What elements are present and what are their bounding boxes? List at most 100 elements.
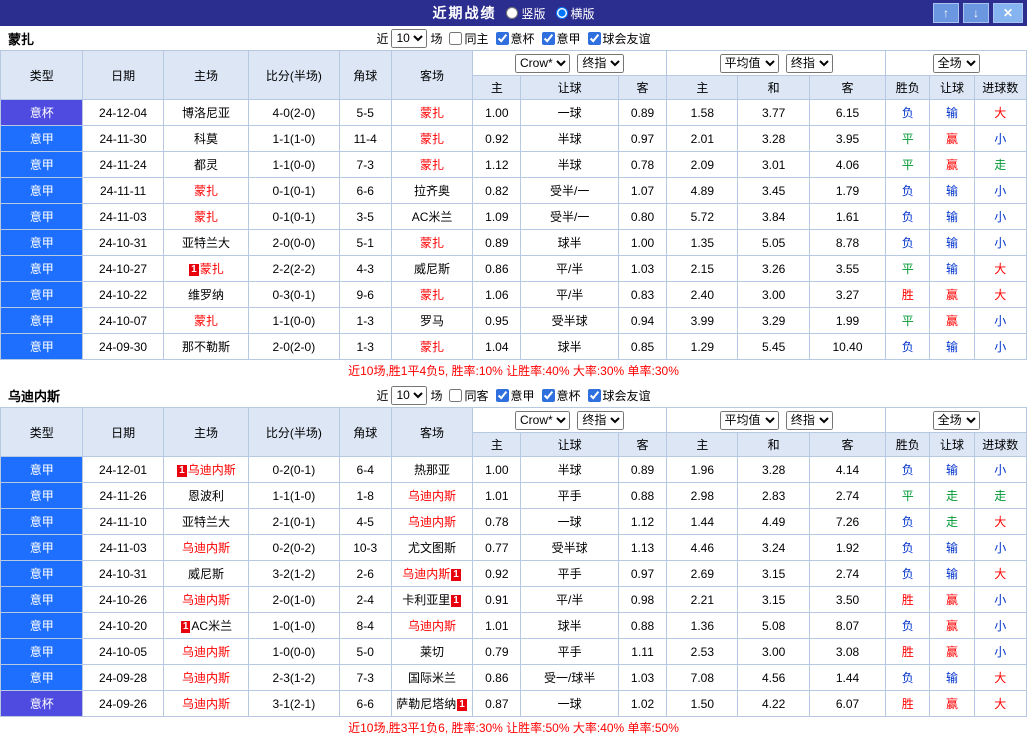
same-home-checkbox[interactable] — [449, 31, 463, 45]
team-link[interactable]: 都灵 — [194, 158, 218, 172]
cup-checkbox[interactable] — [495, 31, 509, 45]
league-checkbox[interactable] — [495, 388, 509, 402]
team-link[interactable]: 乌迪内斯 — [188, 463, 236, 477]
filter-cup[interactable]: 意杯 — [492, 30, 535, 47]
team-link[interactable]: AC米兰 — [191, 619, 232, 633]
team-link[interactable]: 亚特兰大 — [182, 236, 230, 250]
date-cell: 24-11-11 — [82, 177, 164, 204]
team-link[interactable]: 博洛尼亚 — [182, 106, 230, 120]
team-link[interactable]: 乌迪内斯 — [408, 515, 456, 529]
friendly-checkbox[interactable] — [587, 388, 601, 402]
team-link[interactable]: 乌迪内斯 — [182, 593, 230, 607]
ah-line: 一球 — [520, 690, 619, 717]
euro-home-odds: 7.08 — [666, 664, 739, 691]
scroll-up-button[interactable]: ↑ — [933, 3, 959, 23]
team-link[interactable]: 拉齐奥 — [414, 184, 450, 198]
match-count-select[interactable]: 10 — [391, 385, 428, 405]
cup-checkbox[interactable] — [541, 388, 555, 402]
date-cell: 24-12-01 — [82, 456, 164, 483]
team-link[interactable]: 蒙扎 — [194, 210, 218, 224]
match-row: 意甲 24-11-24 都灵 1-1(0-0) 7-3 蒙扎 1.12 半球 0.78 2.09 3… — [0, 151, 1027, 178]
ah-home-odds: 0.82 — [472, 177, 522, 204]
ah-odds-time-select[interactable]: 终指 — [577, 410, 625, 430]
euro-away-odds: 4.14 — [808, 456, 887, 483]
team-link[interactable]: 莱切 — [420, 645, 444, 659]
team-link[interactable]: 罗马 — [420, 314, 444, 328]
team-link[interactable]: 蒙扎 — [420, 288, 444, 302]
result-cell: 胜 — [885, 281, 931, 308]
team-link[interactable]: 威尼斯 — [188, 567, 224, 581]
euro-draw-odds: 3.00 — [737, 638, 810, 665]
euro-odds-time-select[interactable]: 终指 — [785, 410, 833, 430]
team-link[interactable]: 蒙扎 — [200, 262, 224, 276]
horizontal-radio-input[interactable] — [555, 7, 568, 19]
team-link[interactable]: 亚特兰大 — [182, 515, 230, 529]
ah-home-odds: 0.79 — [472, 638, 522, 665]
team-link[interactable]: 蒙扎 — [420, 158, 444, 172]
ah-home-odds: 0.92 — [472, 560, 522, 587]
team-link[interactable]: 萨勒尼塔纳 — [396, 697, 456, 711]
ah-line: 受半球 — [520, 534, 619, 561]
team-link[interactable]: 乌迪内斯 — [182, 697, 230, 711]
team-link[interactable]: 乌迪内斯 — [182, 645, 230, 659]
filter-cup[interactable]: 意杯 — [538, 387, 581, 404]
team-link[interactable]: 蒙扎 — [420, 340, 444, 354]
score-cell: 3-2(1-2) — [248, 560, 340, 587]
match-row: 意甲 24-12-01 1 乌迪内斯 0-2(0-1) 6-4 热那亚 1.00 半球 0.89 1… — [0, 456, 1027, 483]
filter-league[interactable]: 意甲 — [538, 30, 581, 47]
scroll-down-button[interactable]: ↓ — [963, 3, 989, 23]
scope-select[interactable]: 全场 — [932, 53, 980, 73]
close-button[interactable]: ✕ — [993, 3, 1023, 23]
league-checkbox[interactable] — [541, 31, 555, 45]
ah-odds-time-select[interactable]: 终指 — [577, 53, 625, 73]
team-link[interactable]: 乌迪内斯 — [408, 489, 456, 503]
layout-horizontal-radio[interactable]: 横版 — [555, 5, 595, 22]
result-cell: 负 — [885, 534, 931, 561]
avg-type-select[interactable]: 平均值 — [719, 410, 779, 430]
friendly-checkbox[interactable] — [587, 31, 601, 45]
team-link[interactable]: 乌迪内斯 — [408, 619, 456, 633]
filter-league[interactable]: 意甲 — [492, 387, 535, 404]
team-link[interactable]: 维罗纳 — [188, 288, 224, 302]
team-link[interactable]: 卡利亚里 — [402, 593, 450, 607]
corner-cell: 7-3 — [338, 664, 392, 691]
team-link[interactable]: 乌迪内斯 — [182, 541, 230, 555]
team-link[interactable]: 蒙扎 — [420, 132, 444, 146]
team-link[interactable]: 国际米兰 — [408, 671, 456, 685]
team-link[interactable]: 热那亚 — [414, 463, 450, 477]
ah-line: 平手 — [520, 482, 619, 509]
score-cell: 2-2(2-2) — [248, 255, 340, 282]
corner-cell: 11-4 — [338, 125, 392, 152]
filter-same-home[interactable]: 同主 — [445, 30, 489, 47]
match-row: 意甲 24-10-05 乌迪内斯 1-0(0-0) 5-0 莱切 0.79 平手 1.11 2.5… — [0, 638, 1027, 665]
bookmaker-select[interactable]: Crow* — [515, 53, 571, 73]
team-link[interactable]: 乌迪内斯 — [402, 567, 450, 581]
team-link[interactable]: AC米兰 — [412, 210, 453, 224]
team-link[interactable]: 蒙扎 — [194, 184, 218, 198]
vertical-radio-input[interactable] — [506, 7, 519, 19]
filter-friendly[interactable]: 球会友谊 — [584, 30, 651, 47]
layout-vertical-radio[interactable]: 竖版 — [506, 5, 546, 22]
filter-same-away[interactable]: 同客 — [445, 387, 489, 404]
team-link[interactable]: 蒙扎 — [194, 314, 218, 328]
bookmaker-select[interactable]: Crow* — [515, 410, 571, 430]
team-link[interactable]: 乌迪内斯 — [182, 671, 230, 685]
team-link[interactable]: 科莫 — [194, 132, 218, 146]
team-link[interactable]: 蒙扎 — [420, 236, 444, 250]
team-link[interactable]: 那不勒斯 — [182, 340, 230, 354]
team-link[interactable]: 威尼斯 — [414, 262, 450, 276]
same-away-checkbox[interactable] — [449, 388, 463, 402]
team-link[interactable]: 尤文图斯 — [408, 541, 456, 555]
euro-home-odds: 1.29 — [666, 333, 739, 360]
away-team-cell: 蒙扎 — [390, 229, 474, 256]
scope-select[interactable]: 全场 — [932, 410, 980, 430]
score-cell: 1-1(0-0) — [248, 307, 340, 334]
team-link[interactable]: 恩波利 — [188, 489, 224, 503]
match-count-select[interactable]: 10 — [391, 28, 428, 48]
euro-odds-time-select[interactable]: 终指 — [785, 53, 833, 73]
team-link[interactable]: 蒙扎 — [420, 106, 444, 120]
away-team-cell: 热那亚 — [390, 456, 474, 483]
filter-friendly[interactable]: 球会友谊 — [584, 387, 651, 404]
home-team-cell: 1 蒙扎 — [162, 255, 250, 282]
avg-type-select[interactable]: 平均值 — [719, 53, 779, 73]
